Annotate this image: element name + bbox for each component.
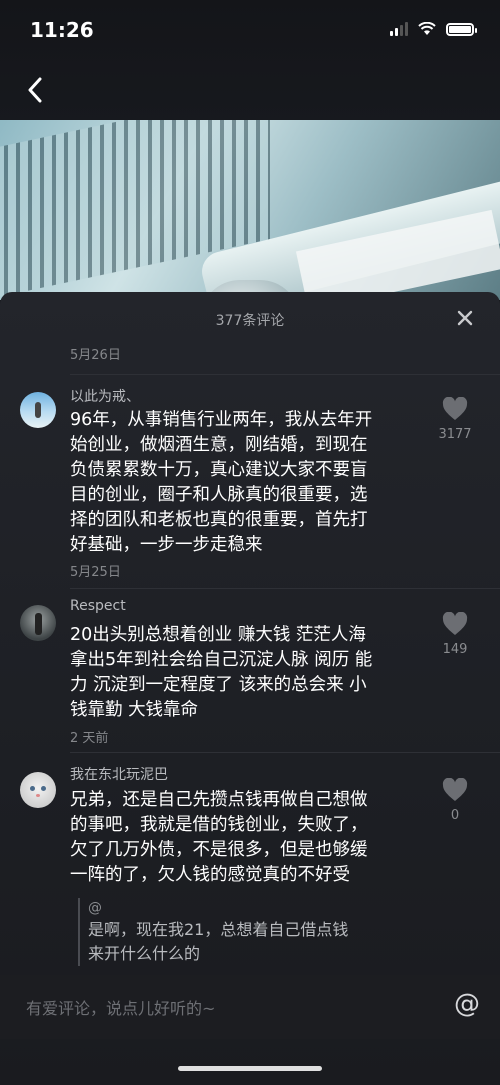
like-count: 149 xyxy=(442,642,468,657)
comment-input[interactable] xyxy=(24,993,408,1023)
reply-mention: @ xyxy=(88,900,102,916)
avatar[interactable] xyxy=(20,392,56,428)
mention-button[interactable]: @ xyxy=(454,989,480,1019)
comment-count-title: 377条评论 xyxy=(215,313,285,329)
close-icon xyxy=(457,310,473,326)
close-button[interactable] xyxy=(454,307,476,329)
status-icons xyxy=(390,22,477,36)
like-button[interactable]: 3177 xyxy=(430,396,480,442)
heart-icon xyxy=(442,396,468,420)
comment-username[interactable]: 我在东北玩泥巴 xyxy=(70,764,168,784)
comment-text: 20出头别总想着创业 赚大钱 茫茫人海 拿出5年到社会给自己沉淀人脉 阅历 能 … xyxy=(70,625,373,720)
comment-text: 96年，从事销售行业两年，我从去年开 始创业，做烟酒生意，刚结婚，到现在 负债累… xyxy=(70,410,373,555)
divider xyxy=(70,374,500,375)
home-indicator xyxy=(178,1066,322,1071)
chevron-left-icon xyxy=(28,77,42,103)
reply-text: 是啊，现在我21，总想着自己借点钱 来开什么什么的 xyxy=(88,920,349,963)
like-button[interactable]: 0 xyxy=(430,777,480,823)
avatar[interactable] xyxy=(20,605,56,641)
comment-date: 5月25日 xyxy=(70,565,121,580)
status-time: 11:26 xyxy=(30,18,94,42)
comment-username[interactable]: Respect xyxy=(70,598,126,614)
video-preview[interactable] xyxy=(0,120,500,300)
reply-quote[interactable]: @ 是啊，现在我21，总想着自己借点钱 来开什么什么的 xyxy=(78,898,418,966)
like-count: 3177 xyxy=(438,427,472,442)
heart-icon xyxy=(442,777,468,801)
divider xyxy=(70,588,500,589)
like-count: 0 xyxy=(450,808,460,823)
comment-date: 5月26日 xyxy=(70,348,121,363)
battery-icon xyxy=(446,22,477,36)
like-button[interactable]: 149 xyxy=(430,611,480,657)
comment-date: 2 天前 xyxy=(70,731,109,746)
cellular-signal-icon xyxy=(390,22,408,36)
comment-input-bar: @ xyxy=(0,975,500,1039)
back-button[interactable] xyxy=(20,72,50,108)
comment-text: 兄弟，还是自己先攒点钱再做自己想做 的事吧，我就是借的钱创业，失败了， 欠了几万… xyxy=(70,790,368,885)
wifi-icon xyxy=(418,22,436,35)
comment-username[interactable]: 以此为戒、 xyxy=(70,386,140,406)
heart-icon xyxy=(442,611,468,635)
header: 11:26 xyxy=(0,0,500,125)
avatar[interactable] xyxy=(20,772,56,808)
divider xyxy=(70,752,500,753)
